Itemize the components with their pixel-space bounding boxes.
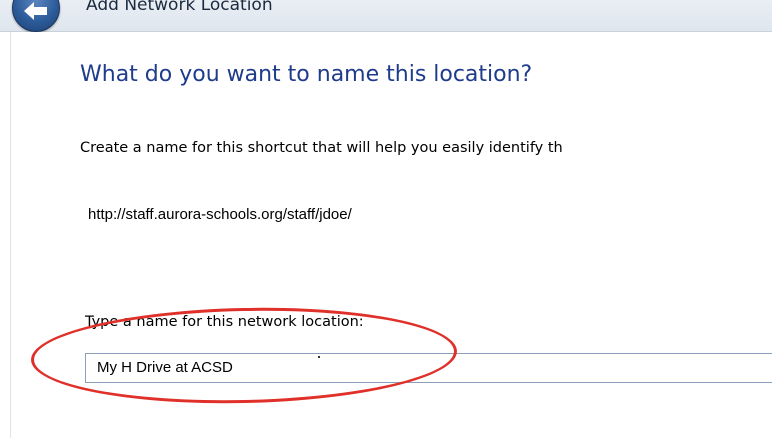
window-title: Add Network Location xyxy=(86,0,273,15)
name-field-label: Type a name for this network location: xyxy=(85,314,364,330)
back-arrow-icon xyxy=(24,2,47,20)
add-network-location-wizard: Add Network Location What do you want to… xyxy=(0,0,772,438)
mouse-cursor-mark xyxy=(318,356,320,358)
page-title: What do you want to name this location? xyxy=(80,62,533,87)
network-location-url: http://staff.aurora-schools.org/staff/jd… xyxy=(88,206,352,223)
instruction-text: Create a name for this shortcut that wil… xyxy=(80,140,563,156)
title-bar: Add Network Location xyxy=(0,0,772,32)
location-name-input[interactable]: My H Drive at ACSD xyxy=(85,353,772,383)
back-button[interactable] xyxy=(12,0,60,32)
